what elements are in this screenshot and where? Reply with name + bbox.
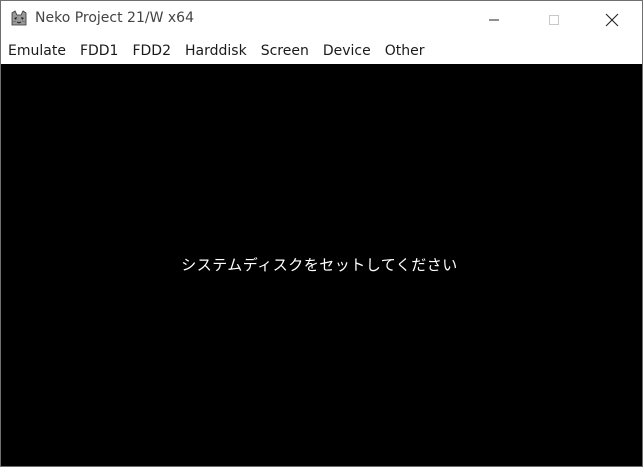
- menu-screen[interactable]: Screen: [254, 39, 316, 63]
- minimize-button[interactable]: [471, 1, 517, 38]
- menu-fdd1[interactable]: FDD1: [73, 39, 126, 63]
- window-title: Neko Project 21/W x64: [35, 10, 194, 26]
- emulator-screen[interactable]: システムディスクをセットしてください: [1, 64, 642, 466]
- close-button[interactable]: [589, 1, 635, 38]
- menu-bar: Emulate FDD1 FDD2 Harddisk Screen Device…: [1, 39, 642, 63]
- menu-fdd2[interactable]: FDD2: [125, 39, 178, 63]
- title-bar[interactable]: Neko Project 21/W x64: [1, 1, 642, 38]
- maximize-icon: [549, 14, 559, 25]
- close-icon: [605, 13, 619, 26]
- neko-cat-icon[interactable]: [10, 10, 28, 28]
- insert-system-disk-message: システムディスクをセットしてください: [181, 256, 458, 274]
- menu-emulate[interactable]: Emulate: [1, 39, 73, 63]
- minimize-icon: [489, 19, 499, 20]
- menu-harddisk[interactable]: Harddisk: [178, 39, 254, 63]
- maximize-button[interactable]: [531, 1, 577, 38]
- menu-device[interactable]: Device: [316, 39, 378, 63]
- menu-other[interactable]: Other: [378, 39, 432, 63]
- app-window: Neko Project 21/W x64 Emulate FDD1 FDD2 …: [0, 0, 643, 467]
